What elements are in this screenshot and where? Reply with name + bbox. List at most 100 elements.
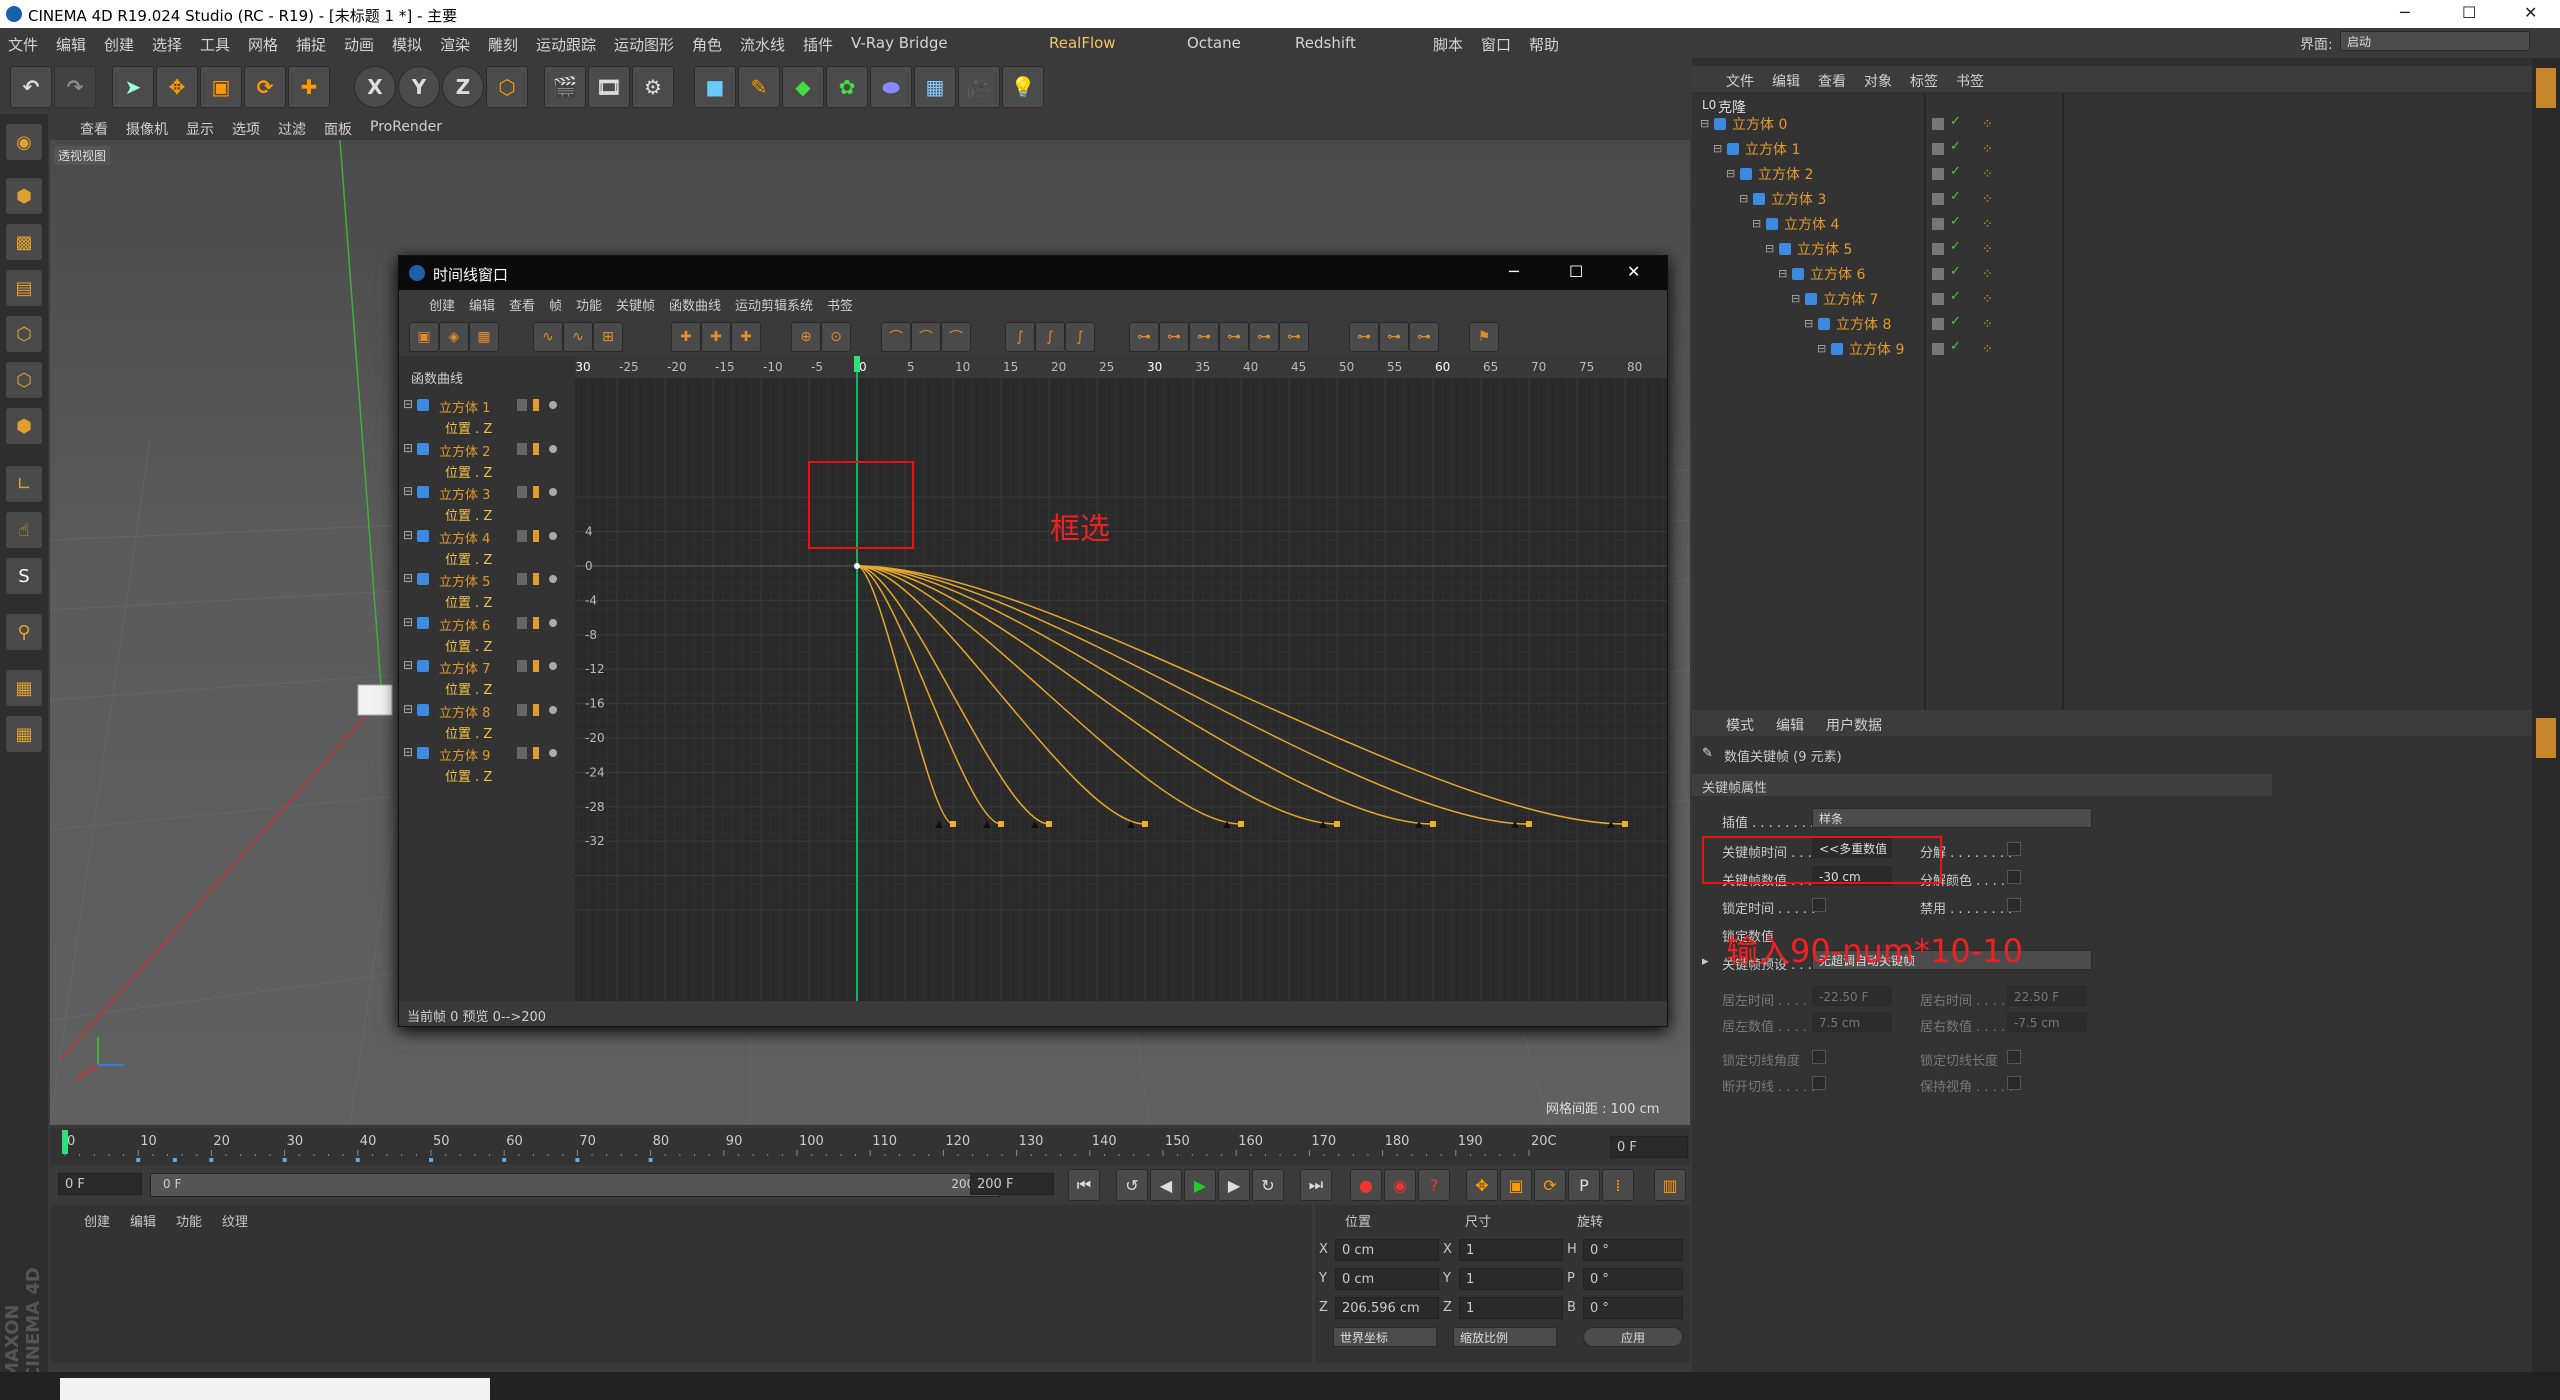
x-axis-button[interactable]: X	[354, 66, 396, 108]
transform-tool-icon[interactable]: ✚	[288, 66, 330, 108]
axis-mode-icon[interactable]: ∟	[6, 466, 42, 502]
om-object-label[interactable]: 立方体 1	[1745, 139, 1800, 159]
timeline-tool-icon[interactable]: ∿	[533, 322, 563, 352]
menu-item[interactable]: Redshift	[1295, 34, 1356, 52]
om-layer-icon[interactable]	[1932, 143, 1944, 155]
om-collapse-icon[interactable]: ⊟	[1713, 142, 1722, 155]
track-edit-icon[interactable]	[517, 747, 527, 759]
om-menu-item[interactable]: 书签	[1956, 71, 1984, 91]
track-edit-icon[interactable]	[517, 442, 527, 455]
viewport-menu-item[interactable]: 显示	[186, 119, 214, 139]
om-object-label[interactable]: 立方体 2	[1758, 164, 1813, 184]
attr-menu-item[interactable]: 编辑	[1776, 715, 1804, 735]
menu-item[interactable]: 插件	[803, 34, 833, 55]
minimize-button[interactable]: ─	[2400, 3, 2410, 22]
collapse-icon[interactable]: ⊟	[403, 615, 413, 629]
track-edit-icon[interactable]	[517, 660, 527, 672]
collapse-icon[interactable]: ⊟	[403, 745, 413, 759]
om-enabled-icon[interactable]: ✓	[1950, 164, 1961, 179]
next-key-icon[interactable]: ↻	[1252, 1169, 1284, 1201]
menu-item[interactable]: 工具	[200, 34, 230, 55]
scale-tool-icon[interactable]: ▣	[200, 66, 242, 108]
layout-select[interactable]: 启动	[2340, 31, 2530, 51]
om-enabled-icon[interactable]: ✓	[1950, 139, 1961, 154]
collapse-icon[interactable]: ⊟	[403, 571, 413, 585]
left-time-field[interactable]: -22.50 F	[1812, 986, 1892, 1006]
keyframe-selection-icon[interactable]: ?	[1418, 1169, 1450, 1201]
menu-item[interactable]: 流水线	[740, 34, 785, 55]
om-collapse-icon[interactable]: ⊟	[1791, 292, 1800, 305]
track-object-label[interactable]: 立方体 5	[439, 571, 490, 590]
material-menu-item[interactable]: 功能	[176, 1211, 202, 1230]
track-object-label[interactable]: 立方体 4	[439, 528, 490, 547]
light-icon[interactable]: 💡	[1002, 66, 1044, 108]
timeline-menu-item[interactable]: 创建	[429, 295, 455, 314]
split-color-checkbox[interactable]	[2007, 870, 2021, 884]
om-object-label[interactable]: 立方体 4	[1784, 214, 1839, 234]
go-to-end-icon[interactable]: ⏭	[1300, 1169, 1332, 1201]
collapse-icon[interactable]: ⊟	[403, 528, 413, 542]
menu-item[interactable]: 文件	[8, 34, 38, 55]
planar-workplane-icon[interactable]: ▦	[6, 716, 42, 752]
om-object-label[interactable]: 立方体 8	[1836, 314, 1891, 334]
collapse-icon[interactable]: ⊟	[403, 441, 413, 455]
timeline-tool-icon[interactable]: ✚	[701, 322, 731, 352]
timeline-tool-icon[interactable]: ⊕	[791, 322, 821, 352]
menu-item[interactable]: 角色	[692, 34, 722, 55]
track-object-label[interactable]: 立方体 3	[439, 484, 490, 503]
om-enabled-icon[interactable]: ✓	[1950, 239, 1961, 254]
timeline-tool-icon[interactable]: ⊶	[1159, 322, 1189, 352]
om-menu-item[interactable]: 对象	[1864, 71, 1892, 91]
viewport-menu-item[interactable]: 选项	[232, 119, 260, 139]
timeline-menu-item[interactable]: 功能	[576, 295, 602, 314]
menu-item[interactable]: 运动图形	[614, 34, 674, 55]
om-collapse-icon[interactable]: ⊟	[1817, 342, 1826, 355]
make-editable-icon[interactable]: ◉	[6, 124, 42, 160]
timeline-tool-icon[interactable]: ⊶	[1379, 322, 1409, 352]
track-dot-icon[interactable]	[549, 488, 557, 496]
apply-button[interactable]: 应用	[1583, 1327, 1683, 1347]
render-view-icon[interactable]: 🎬	[544, 66, 586, 108]
render-settings-icon[interactable]: ⚙	[632, 66, 674, 108]
collapse-icon[interactable]: ⊟	[403, 702, 413, 716]
tweak-mode-icon[interactable]: ☝	[6, 512, 42, 548]
track-dot-icon[interactable]	[549, 662, 557, 670]
tl-close-button[interactable]: ✕	[1627, 262, 1640, 281]
rotation-field[interactable]: 0 °	[1583, 1239, 1683, 1261]
om-tag-icon[interactable]: ⁘	[1982, 317, 1993, 332]
polygons-mode-icon[interactable]: ⬢	[6, 408, 42, 444]
maximize-button[interactable]: ☐	[2462, 3, 2476, 22]
menu-item[interactable]: 创建	[104, 34, 134, 55]
collapse-icon[interactable]: ⊟	[403, 658, 413, 672]
om-tag-icon[interactable]: ⁘	[1982, 292, 1993, 307]
tl-minimize-button[interactable]: ─	[1509, 262, 1519, 281]
timeline-tool-icon[interactable]: ⚑	[1469, 322, 1499, 352]
track-edit-icon[interactable]	[517, 573, 527, 585]
key-scale-icon[interactable]: ▣	[1500, 1169, 1532, 1201]
coordinate-system-icon[interactable]: ⬡	[486, 66, 528, 108]
timeline-tool-icon[interactable]: ⌒	[911, 322, 941, 352]
track-param-label[interactable]: 位置 . Z	[445, 723, 492, 742]
menu-item[interactable]: 编辑	[56, 34, 86, 55]
om-enabled-icon[interactable]: ✓	[1950, 214, 1961, 229]
viewport-menu-item[interactable]: 面板	[324, 119, 352, 139]
keep-visual-checkbox[interactable]	[2007, 1076, 2021, 1090]
range-slider[interactable]: 0 F 200 F	[150, 1173, 1000, 1197]
om-menu-item[interactable]: 编辑	[1772, 71, 1800, 91]
track-param-label[interactable]: 位置 . Z	[445, 679, 492, 698]
timeline-tool-icon[interactable]: ⊙	[821, 322, 851, 352]
track-dot-icon[interactable]	[549, 705, 557, 714]
timeline-tool-icon[interactable]: ⌒	[881, 322, 911, 352]
next-frame-icon[interactable]: ▶	[1218, 1169, 1250, 1201]
menu-item[interactable]: 选择	[152, 34, 182, 55]
track-param-label[interactable]: 位置 . Z	[445, 505, 492, 524]
material-menu-item[interactable]: 纹理	[222, 1211, 248, 1230]
viewport-menu-item[interactable]: ProRender	[370, 119, 442, 135]
track-dot-icon[interactable]	[549, 401, 557, 409]
menu-item[interactable]: 模拟	[392, 34, 422, 55]
timeline-tool-icon[interactable]: ∫	[1065, 322, 1095, 352]
om-collapse-icon[interactable]: ⊟	[1700, 117, 1709, 130]
om-layer-icon[interactable]	[1932, 118, 1944, 130]
om-enabled-icon[interactable]: ✓	[1950, 114, 1961, 129]
om-collapse-icon[interactable]: ⊟	[1752, 217, 1761, 230]
